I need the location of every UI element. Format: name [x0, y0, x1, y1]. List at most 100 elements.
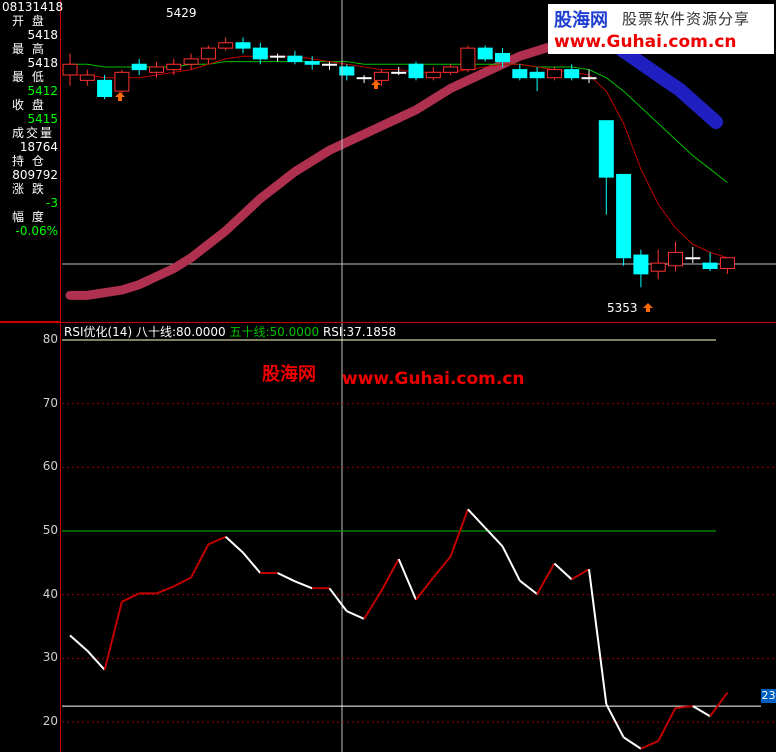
rsi-segment: [536, 562, 556, 595]
rsi-y-tick: 30: [42, 650, 58, 665]
trend-band-2: [615, 43, 723, 129]
candle-body: [495, 53, 510, 63]
candle-body: [166, 63, 182, 71]
candle-body: [235, 42, 251, 49]
info-value: 18764: [19, 140, 58, 154]
info-value: 5412: [27, 84, 58, 98]
info-label: 最 低: [12, 70, 46, 84]
rsi-segment: [519, 579, 538, 595]
rsi-segment: [623, 736, 642, 750]
signal-arrow-icon: [371, 80, 381, 89]
candle-body: [512, 69, 528, 79]
rsi-y-tick: 50: [42, 523, 58, 537]
info-value: 809792: [12, 168, 58, 182]
quote-info-panel: 08131418 开 盘 5418 最 高 5418 最 低 5412 收 盘 5415 成交量…: [0, 0, 64, 322]
signal-arrow-icon: [115, 92, 125, 101]
rsi-segment: [467, 508, 486, 529]
rsi-segment: [640, 740, 659, 750]
info-label: 开 盘: [12, 14, 46, 28]
candle-body: [356, 77, 372, 80]
rsi-segment: [121, 592, 140, 603]
info-value: -0.06%: [15, 224, 58, 238]
rsi-segment: [605, 703, 625, 738]
watermark-logo: 股海网 股票软件资源分享 www.Guhai.com.cn: [548, 4, 774, 54]
rsi-y-tick: 20: [42, 714, 58, 728]
candle-body: [529, 71, 545, 79]
rsi-segment: [588, 569, 608, 705]
candle-body: [114, 71, 130, 92]
rsi-name: RSI优化(14): [64, 325, 133, 339]
rsi-segment: [294, 580, 313, 590]
candle-body: [322, 63, 337, 66]
rsi-segment: [380, 558, 400, 592]
candle-body: [200, 47, 216, 60]
candle-body: [391, 71, 407, 74]
rsi-segment: [86, 650, 106, 671]
candle-body: [598, 120, 614, 178]
quote-date: 08131418: [2, 0, 64, 14]
candle-body: [304, 61, 320, 65]
candle-body: [425, 71, 441, 79]
trend-band: [65, 35, 594, 300]
candle-body: [685, 257, 701, 260]
rsi-y-tick: 60: [42, 459, 58, 474]
candle-body: [287, 55, 303, 63]
candle-body: [373, 71, 389, 81]
rsi-line50-label: 五十线:50.0000: [229, 325, 320, 339]
rsi-segment: [501, 545, 521, 582]
candle-body: [668, 251, 683, 267]
candle-body: [616, 173, 632, 259]
rsi-segment: [397, 558, 417, 601]
candle-body: [443, 66, 459, 73]
rsi-line80-label: 八十线:80.0000: [135, 325, 226, 339]
rsi-segment: [432, 555, 452, 579]
candle-body: [719, 257, 735, 269]
candle-body: [564, 69, 580, 79]
rsi-segment: [449, 509, 469, 557]
candle-body: [546, 69, 562, 79]
rsi-segment: [709, 692, 729, 717]
info-label: 最 高: [12, 42, 46, 56]
info-label: 涨 跌: [12, 182, 46, 196]
candle-body: [633, 254, 649, 275]
candle-body: [650, 262, 666, 272]
candle-body: [149, 66, 164, 73]
watermark-site-name: 股海网: [554, 10, 608, 31]
rsi-segment: [415, 576, 435, 601]
chart-window: 08131418 开 盘 5418 最 高 5418 最 低 5412 收 盘 5415 成交量…: [0, 0, 776, 752]
info-value: 5418: [27, 56, 58, 70]
info-value: -3: [46, 196, 58, 210]
candle-body: [218, 42, 234, 49]
candle-body: [270, 55, 286, 58]
info-value: 5418: [27, 28, 58, 42]
info-label: 持 仓: [12, 154, 46, 168]
candle-body: [477, 47, 493, 60]
rsi-segment: [225, 535, 244, 554]
candle-body: [131, 63, 147, 71]
rsi-segment: [69, 634, 88, 652]
watermark-mid-name: 股海网: [262, 364, 316, 385]
info-label: 收 盘: [12, 98, 46, 112]
low-price-label: 5353: [607, 301, 638, 315]
rsi-cursor-tag: 23: [761, 689, 776, 703]
watermark-url: www.Guhai.com.cn: [554, 32, 737, 52]
candle-body: [97, 79, 113, 97]
rsi-segment: [692, 705, 711, 718]
rsi-segment: [277, 572, 296, 583]
rsi-segment: [657, 707, 677, 742]
watermark-slogan: 股票软件资源分享: [622, 10, 751, 28]
candle-body: [62, 63, 78, 76]
rsi-segment: [553, 562, 573, 581]
candle-body: [581, 77, 597, 80]
rsi-y-tick: 40: [42, 586, 58, 601]
candle-body: [79, 74, 95, 81]
rsi-segment: [242, 551, 262, 574]
rsi-segment: [103, 601, 123, 671]
rsi-segment: [571, 568, 590, 581]
info-label: 成交量: [12, 126, 55, 140]
pane-divider[interactable]: [0, 322, 776, 323]
rsi-segment: [207, 535, 227, 546]
candle-body: [252, 47, 268, 60]
rsi-segment: [190, 543, 210, 578]
candle-body: [460, 47, 476, 71]
